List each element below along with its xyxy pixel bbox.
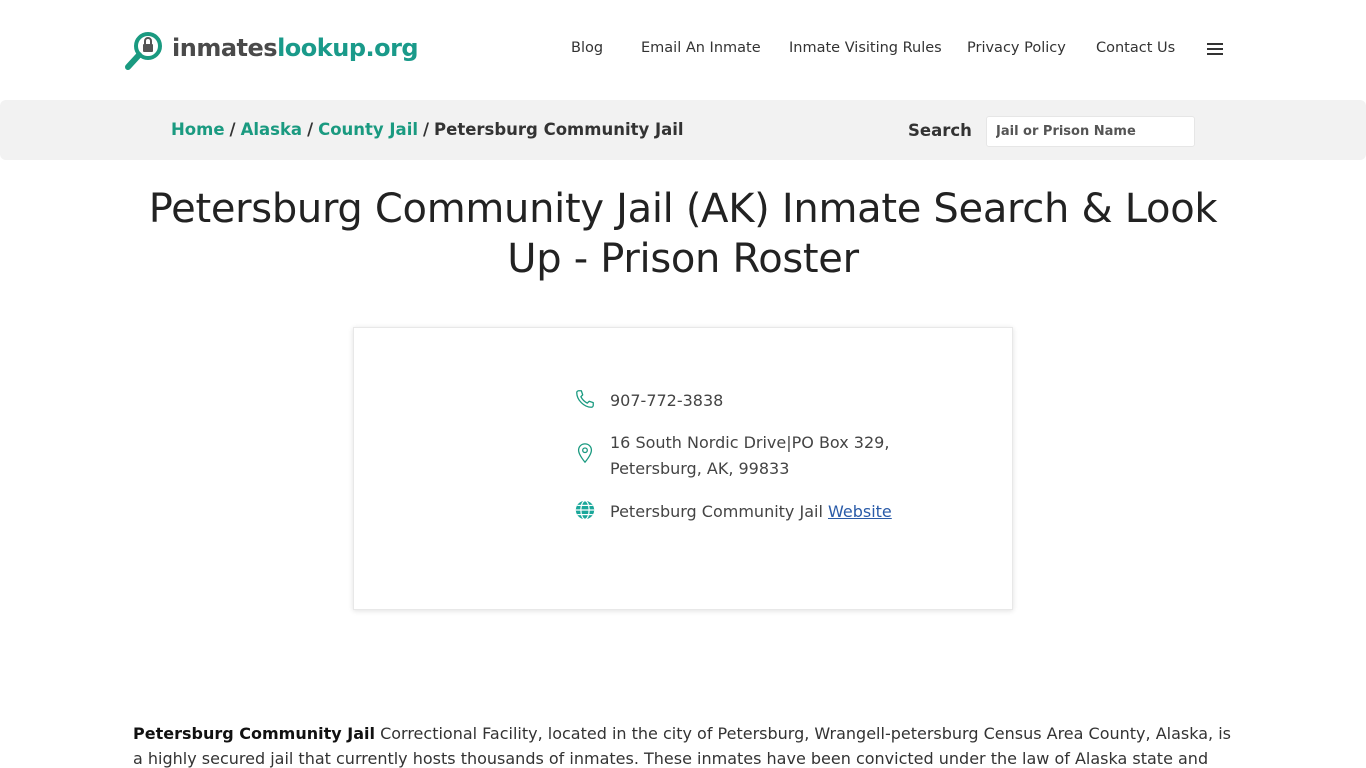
breadcrumb-home[interactable]: Home [171,120,225,139]
facility-description: Petersburg Community Jail Correctional F… [133,721,1233,768]
breadcrumb-separator: / [229,120,236,139]
address-line-2: Petersburg, AK, 99833 [610,459,790,478]
globe-icon [575,500,595,520]
website-prefix: Petersburg Community Jail [610,502,823,521]
search-input[interactable] [986,116,1195,147]
phone-row: 907-772-3838 [574,388,723,414]
website-row: Petersburg Community Jail Website [574,499,892,525]
nav-contact-us[interactable]: Contact Us [1096,40,1175,56]
description-bold: Petersburg Community Jail [133,724,375,743]
address-line-1: 16 South Nordic Drive|PO Box 329, [610,433,890,452]
site-logo[interactable]: inmateslookup.org [124,30,419,72]
breadcrumb-county-jail[interactable]: County Jail [318,120,418,139]
site-header: inmateslookup.org Blog Email An Inmate I… [0,0,1366,100]
website-text: Petersburg Community Jail Website [610,499,892,525]
nav-inmate-visiting-rules[interactable]: Inmate Visiting Rules [789,40,942,56]
phone-icon [576,390,594,408]
nav-email-an-inmate[interactable]: Email An Inmate [641,40,761,56]
breadcrumb-separator: / [423,120,430,139]
website-link[interactable]: Website [828,502,892,521]
logo-text: inmateslookup.org [172,34,419,62]
magnifier-lock-icon [125,32,162,70]
address: 16 South Nordic Drive|PO Box 329, Peters… [610,430,889,482]
breadcrumb-bar: Home / Alaska / County Jail / Petersburg Commu… [0,100,1366,160]
breadcrumb-alaska[interactable]: Alaska [241,120,303,139]
breadcrumb: Home / Alaska / County Jail / Petersburg Commu… [171,120,684,139]
contact-card: 907-772-3838 16 South Nordic Drive|PO Bo… [353,327,1013,610]
phone-number[interactable]: 907-772-3838 [610,388,723,414]
address-row: 16 South Nordic Drive|PO Box 329, Peters… [574,430,889,482]
search-label: Search [908,121,972,140]
breadcrumb-separator: / [307,120,314,139]
breadcrumb-current: Petersburg Community Jail [434,120,684,139]
nav-privacy-policy[interactable]: Privacy Policy [967,40,1066,56]
hamburger-icon[interactable] [1207,43,1223,57]
map-pin-icon [577,443,593,464]
page-title: Petersburg Community Jail (AK) Inmate Se… [148,186,1218,282]
nav-blog[interactable]: Blog [571,40,603,56]
